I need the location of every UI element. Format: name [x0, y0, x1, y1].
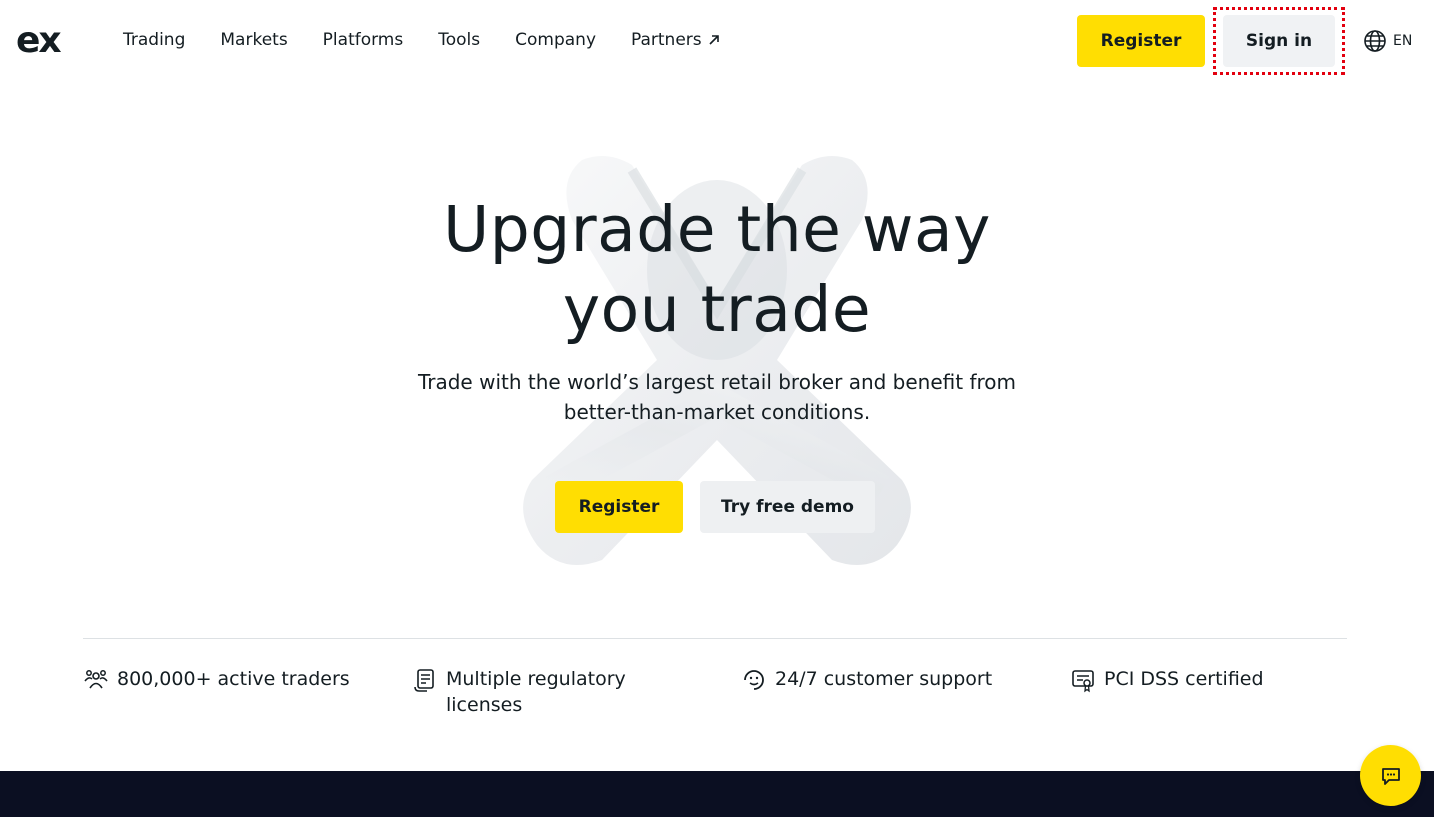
external-arrow-icon [709, 35, 719, 45]
feature-pci-dss: PCI DSS certified [1070, 666, 1264, 693]
nav-item-platforms[interactable]: Platforms [323, 28, 404, 52]
try-free-demo-button[interactable]: Try free demo [700, 481, 875, 533]
header-register-button[interactable]: Register [1077, 15, 1205, 67]
globe-icon [1364, 30, 1386, 52]
language-label: EN [1393, 33, 1413, 49]
live-chat-button[interactable] [1360, 745, 1421, 806]
feature-regulatory-licenses: Multiple regulatory licenses [412, 666, 626, 718]
feature-text: PCI DSS certified [1104, 668, 1264, 690]
hero-subtitle: Trade with the world’s largest retail br… [417, 370, 1017, 424]
header-signin-button[interactable]: Sign in [1223, 15, 1335, 67]
certificate-icon [1072, 670, 1094, 693]
nav-item-trading[interactable]: Trading [123, 28, 185, 52]
language-selector[interactable]: EN [1363, 29, 1412, 53]
hero-title: Upgrade the way you trade [443, 193, 991, 346]
svg-text:ex: ex [16, 22, 61, 58]
feature-text: Multiple regulatory [446, 668, 626, 690]
feature-text-line2: licenses [446, 694, 523, 716]
site-header: ex Trading Markets Platforms Tools Compa… [0, 0, 1434, 82]
nav-item-tools[interactable]: Tools [438, 28, 480, 52]
hero-register-button[interactable]: Register [555, 481, 683, 533]
features-divider [83, 638, 1347, 639]
nav-item-company[interactable]: Company [515, 28, 596, 52]
feature-text: 24/7 customer support [775, 668, 993, 690]
feature-customer-support: 24/7 customer support [741, 666, 992, 693]
main-nav: Trading Markets Platforms Tools Company … [123, 28, 755, 52]
feature-text: 800,000+ active traders [117, 668, 350, 690]
users-icon [84, 670, 108, 689]
feature-active-traders: 800,000+ active traders [83, 666, 350, 693]
license-icon [414, 669, 434, 692]
nav-item-markets[interactable]: Markets [220, 28, 287, 52]
dark-section-band [0, 771, 1434, 817]
support-icon [744, 670, 764, 690]
chat-icon [1381, 767, 1400, 785]
nav-item-partners[interactable]: Partners [631, 28, 720, 52]
exness-logo[interactable]: ex [16, 22, 72, 58]
